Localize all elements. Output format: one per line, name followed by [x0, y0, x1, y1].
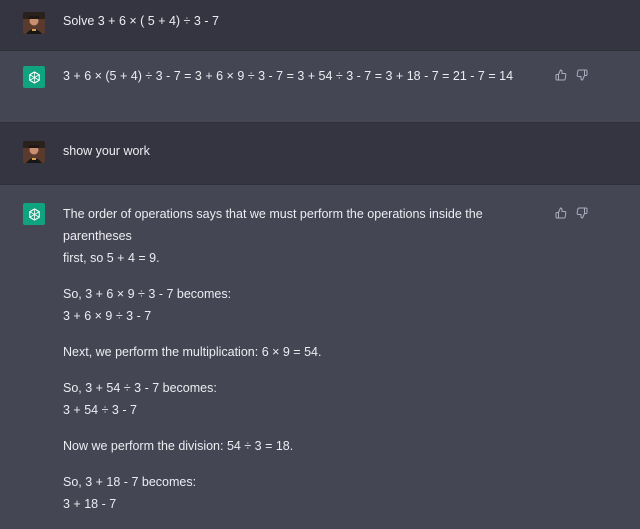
text-line: So, 3 + 6 × 9 ÷ 3 - 7 becomes: — [63, 287, 232, 301]
assistant-message-row: The order of operations says that we mus… — [0, 184, 640, 511]
message-feedback — [555, 69, 588, 81]
user-message-row: show your work — [0, 122, 640, 184]
thumbs-up-icon[interactable] — [555, 69, 567, 81]
explanation-paragraph: Next, we perform the multiplication: 6 ×… — [63, 341, 550, 363]
user-avatar — [23, 12, 45, 34]
text-line: 3 + 54 ÷ 3 - 7 — [63, 403, 137, 417]
text-line: first, so 5 + 4 = 9. — [63, 251, 160, 265]
text-line: 3 + 6 × 9 ÷ 3 - 7 — [63, 309, 152, 323]
thumbs-down-icon[interactable] — [576, 69, 588, 81]
user-message-text: Solve 3 + 6 × ( 5 + 4) ÷ 3 - 7 — [63, 14, 219, 28]
explanation-paragraph: So, 3 + 18 - 7 becomes: 3 + 18 - 7 — [63, 471, 550, 515]
text-line: So, 3 + 54 ÷ 3 - 7 becomes: — [63, 381, 217, 395]
text-line: 3 + 18 - 7 — [63, 497, 117, 511]
message-feedback — [555, 207, 588, 219]
explanation-paragraph: Now we perform the division: 54 ÷ 3 = 18… — [63, 435, 550, 457]
explanation-paragraph: So, 3 + 6 × 9 ÷ 3 - 7 becomes: 3 + 6 × 9… — [63, 283, 550, 327]
text-line: Next, we perform the multiplication: 6 ×… — [63, 345, 322, 359]
thumbs-up-icon[interactable] — [555, 207, 567, 219]
thumbs-down-icon[interactable] — [576, 207, 588, 219]
assistant-message-text: The order of operations says that we mus… — [63, 203, 550, 529]
openai-logo-icon — [23, 203, 45, 225]
text-line: Now we perform the division: 54 ÷ 3 = 18… — [63, 439, 294, 453]
explanation-paragraph: So, 3 + 54 ÷ 3 - 7 becomes: 3 + 54 ÷ 3 -… — [63, 377, 550, 421]
user-avatar — [23, 141, 45, 163]
user-message-text: show your work — [63, 144, 150, 158]
explanation-paragraph: The order of operations says that we mus… — [63, 203, 550, 269]
assistant-message-row: 3 + 6 × (5 + 4) ÷ 3 - 7 = 3 + 6 × 9 ÷ 3 … — [0, 50, 640, 122]
text-line: So, 3 + 18 - 7 becomes: — [63, 475, 197, 489]
text-line: The order of operations says that we mus… — [63, 207, 483, 243]
openai-logo-icon — [23, 66, 45, 88]
user-message-row: Solve 3 + 6 × ( 5 + 4) ÷ 3 - 7 — [0, 0, 640, 50]
assistant-message-text: 3 + 6 × (5 + 4) ÷ 3 - 7 = 3 + 6 × 9 ÷ 3 … — [63, 69, 514, 83]
